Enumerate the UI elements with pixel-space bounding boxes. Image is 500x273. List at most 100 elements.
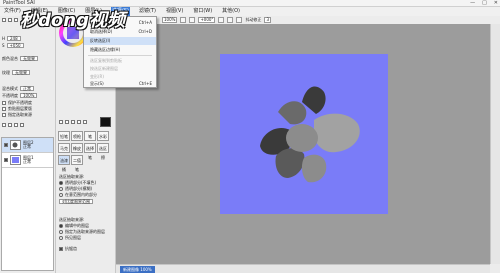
checkbox[interactable]: [2, 106, 6, 111]
menu-item-label: 选区复制到剪贴板: [90, 58, 122, 63]
eye-icon[interactable]: [4, 158, 8, 162]
radio[interactable]: [59, 186, 63, 191]
eye-icon[interactable]: [4, 143, 8, 147]
menu-item-hide-edges[interactable]: 隐藏选区边缘(H): [84, 46, 156, 54]
mix-row: 颜色混合 无效果: [2, 56, 38, 61]
fill-target-label: 选区抽取来源:: [59, 217, 85, 222]
hsv-slider-toggle[interactable]: [14, 18, 18, 22]
new-folder-icon[interactable]: [8, 123, 12, 127]
hue-row: H 248: [2, 36, 21, 41]
target-option[interactable]: 编辑中的图层: [59, 223, 89, 228]
vertical-scrollbar[interactable]: [490, 24, 500, 264]
menu-item-invert-selection[interactable]: 反转选区(I): [84, 37, 156, 45]
menu-bar: 文件(F) 编辑(E) 图像(C) 图层(L) 选择(S) 滤镜(T) 视图(V…: [0, 7, 500, 16]
menu-item-new-layer-from-selection[interactable]: 按选区新建图层: [84, 65, 156, 73]
brush-select-eraser[interactable]: 选区擦: [97, 143, 109, 160]
radio-label: 所见图层: [65, 235, 81, 240]
check-clip[interactable]: 剪贴图层蒙版: [2, 106, 32, 111]
hue-value[interactable]: 248: [7, 36, 21, 41]
radio[interactable]: [59, 180, 63, 185]
menu-window[interactable]: 窗口(W): [192, 7, 213, 16]
radio[interactable]: [59, 229, 63, 234]
app-title: PaintTool SAI: [3, 0, 35, 6]
stabilizer-select[interactable]: 3: [264, 17, 271, 23]
close-button[interactable]: ✕: [494, 0, 498, 7]
eyedropper-icon[interactable]: [83, 120, 87, 124]
menu-view[interactable]: 视图(V): [165, 7, 184, 16]
checkbox[interactable]: [59, 246, 63, 251]
flip-button[interactable]: [236, 17, 243, 23]
blend-mode-label: 混合模式: [2, 86, 18, 91]
zoom-icon[interactable]: [65, 120, 69, 124]
hand-icon[interactable]: [77, 120, 81, 124]
canvas-area[interactable]: [116, 24, 490, 264]
checkbox[interactable]: [2, 100, 6, 105]
menu-select[interactable]: 选择(S): [110, 7, 131, 16]
texture-select[interactable]: 无效果: [12, 70, 30, 75]
menu-item-deselect[interactable]: 取消选择(D) Ctrl+D: [84, 28, 156, 36]
layer-row[interactable]: 图层1 正常: [2, 153, 53, 168]
layer-row[interactable]: 图层2 正常: [2, 138, 53, 153]
fill-option[interactable]: 在意范围内的部分: [59, 192, 97, 197]
rotate-icon[interactable]: [71, 120, 75, 124]
zoom-in-button[interactable]: [180, 17, 187, 23]
check-protect[interactable]: 保护不透明度: [2, 100, 32, 105]
brush-binary[interactable]: 二值笔: [71, 155, 83, 172]
stabilizer-label: 抖动修正: [245, 17, 262, 22]
menu-other[interactable]: 其他(O): [221, 7, 241, 16]
radio[interactable]: [59, 223, 63, 228]
current-color-swatch[interactable]: [100, 117, 111, 127]
trash-icon[interactable]: [20, 123, 24, 127]
target-option[interactable]: 指定为选取来源的图层: [59, 229, 105, 234]
brush-airbrush[interactable]: 喷枪: [71, 131, 83, 141]
fill-option[interactable]: 透明部分(不填色): [59, 180, 96, 185]
checkbox[interactable]: [2, 112, 6, 117]
antialias-row[interactable]: 抗锯齿: [59, 246, 77, 251]
minimize-button[interactable]: —: [470, 0, 475, 7]
menu-layer[interactable]: 图层(L): [84, 7, 103, 16]
mix-select[interactable]: 无效果: [20, 56, 38, 61]
radio[interactable]: [59, 192, 63, 197]
brush-pencil[interactable]: 铅笔: [58, 131, 70, 141]
fill-range-select[interactable]: 对比度限界范围: [59, 199, 93, 204]
zoom-field[interactable]: 100%: [162, 17, 178, 23]
menu-file[interactable]: 文件(F): [3, 7, 22, 16]
zoom-out-button[interactable]: [189, 17, 196, 23]
radio-label: 指定为选取来源的图层: [65, 229, 105, 234]
sat-value[interactable]: +050: [6, 43, 24, 48]
horizontal-scrollbar[interactable]: 新建图像 100%: [116, 264, 490, 273]
rgb-slider-toggle[interactable]: [8, 18, 12, 22]
maximize-button[interactable]: □: [482, 0, 487, 7]
document-tab[interactable]: 新建图像 100%: [120, 266, 155, 273]
color-wheel-toggle[interactable]: [2, 18, 6, 22]
blend-mode-select[interactable]: 正常: [20, 86, 34, 91]
texture-label: 纹理: [2, 70, 10, 75]
menu-filter[interactable]: 滤镜(T): [138, 7, 157, 16]
rotate-left-button[interactable]: [218, 17, 225, 23]
menu-item-show[interactable]: 显示(S) Ctrl+E: [84, 80, 156, 88]
rotate-right-button[interactable]: [227, 17, 234, 23]
opacity-label: 不透明度: [2, 93, 18, 98]
brush-bucket[interactable]: 油漆桶: [58, 155, 70, 172]
fill-range-row: 对比度限界范围: [59, 199, 93, 204]
check-source[interactable]: 指定选取来源: [2, 112, 32, 117]
opacity-value[interactable]: 100%: [20, 93, 38, 98]
menu-edit[interactable]: 编辑(E): [30, 7, 49, 16]
angle-field[interactable]: +000°: [198, 17, 216, 23]
target-option[interactable]: 所见图层: [59, 235, 81, 240]
menu-item-copy-selection[interactable]: 选区复制到剪贴板: [84, 57, 156, 65]
radio[interactable]: [59, 235, 63, 240]
brush-watercolor[interactable]: 水彩笔: [97, 131, 109, 148]
brush-eraser[interactable]: 橡皮擦: [71, 143, 83, 160]
fill-mode-label: 选区抽取来源:: [59, 174, 85, 179]
menu-item-select-all[interactable]: 全部选择(A) Ctrl+A: [84, 19, 156, 27]
new-layer-icon[interactable]: [2, 123, 6, 127]
merge-icon[interactable]: [14, 123, 18, 127]
fill-option[interactable]: 透明部分(模糊): [59, 186, 92, 191]
brush-select-pen[interactable]: 选择笔: [84, 143, 96, 160]
move-icon[interactable]: [59, 120, 63, 124]
canvas-paper[interactable]: [220, 54, 388, 214]
brush-pen[interactable]: 笔: [84, 131, 96, 141]
brush-marker[interactable]: 马克笔: [58, 143, 70, 160]
menu-image[interactable]: 图像(C): [57, 7, 76, 16]
